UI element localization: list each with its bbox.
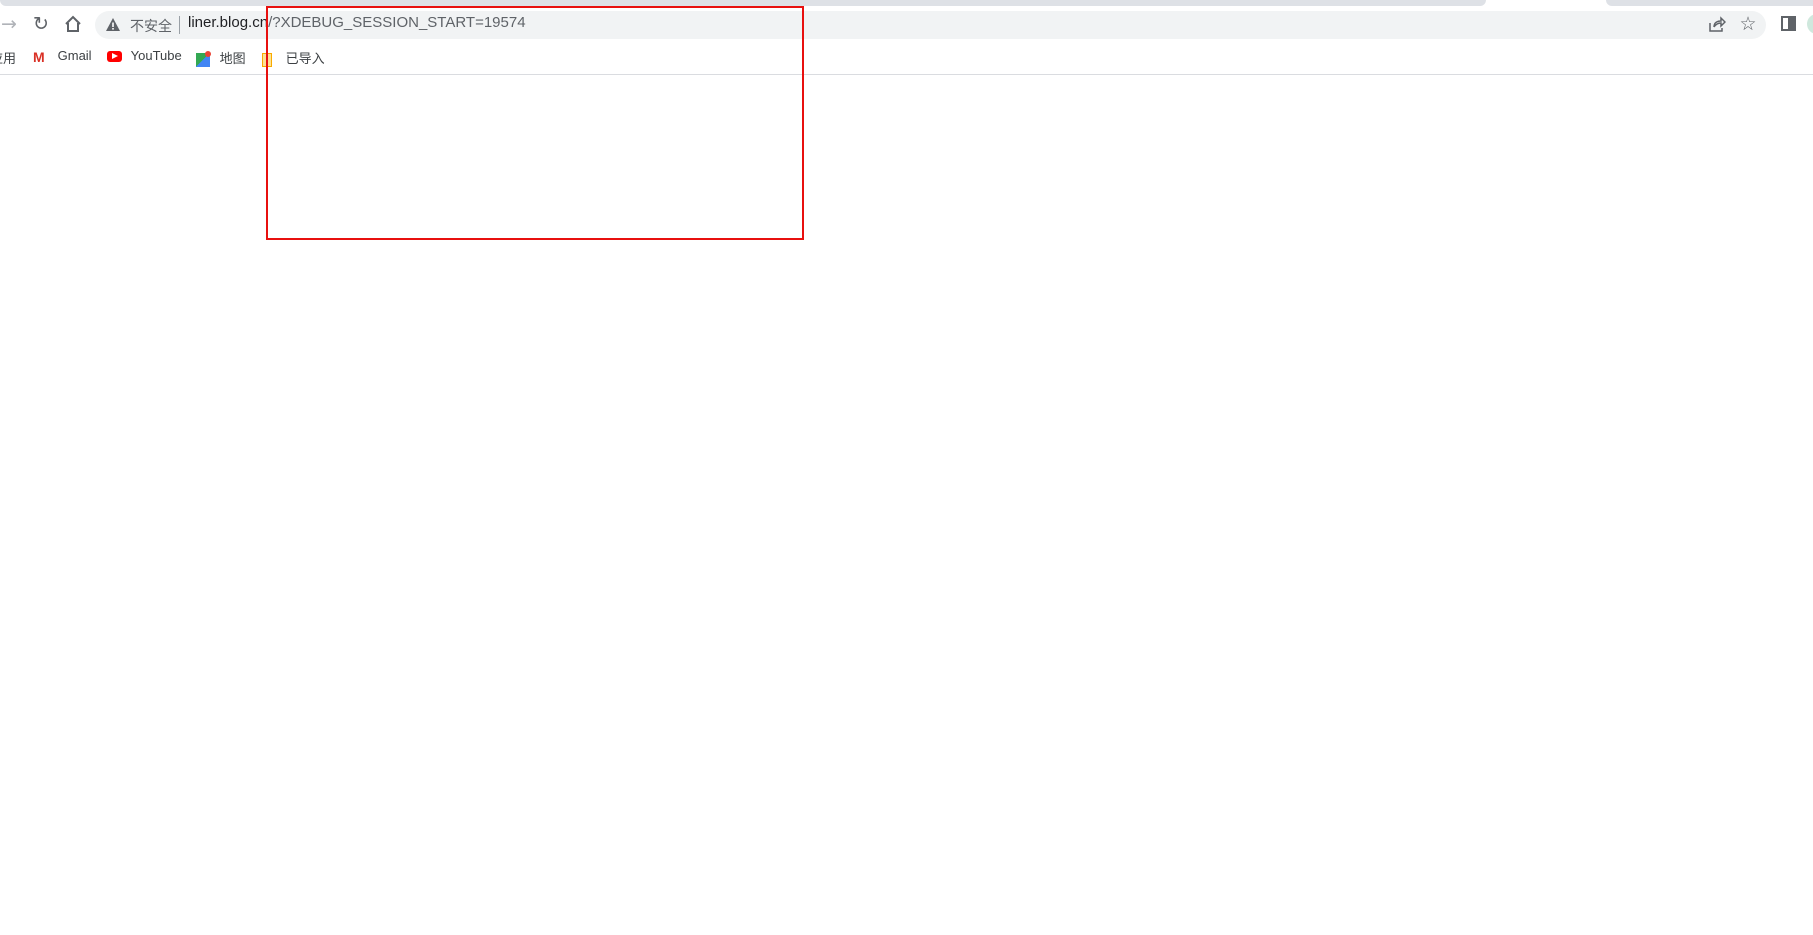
bookmark-youtube[interactable]: YouTube <box>107 48 182 63</box>
share-icon[interactable] <box>1708 15 1727 33</box>
maps-icon <box>196 50 211 67</box>
bookmark-maps[interactable]: 地图 <box>196 48 246 67</box>
security-status-label[interactable]: 不安全 <box>130 16 172 36</box>
bookmark-gmail[interactable]: M Gmail <box>33 48 92 65</box>
omnibox-separator <box>179 16 180 34</box>
bookmark-label: 地图 <box>219 51 246 66</box>
star-icon[interactable]: ☆ <box>1738 14 1758 34</box>
gmail-icon: M <box>33 48 45 65</box>
bookmark-label: 应用 <box>0 51 17 66</box>
forward-arrow-icon[interactable]: → <box>0 14 18 34</box>
reload-icon[interactable]: ↻ <box>30 14 52 34</box>
highlight-rectangle <box>266 6 804 240</box>
url-host: liner.blog.cn <box>188 14 269 31</box>
home-icon[interactable] <box>63 14 83 34</box>
youtube-icon <box>107 51 122 63</box>
bookmark-apps[interactable]: 应用 <box>0 48 16 67</box>
bookmark-label: YouTube <box>130 48 182 63</box>
warning-icon[interactable] <box>105 17 121 33</box>
bookmark-label: Gmail <box>57 48 92 63</box>
side-panel-icon[interactable] <box>1781 16 1796 31</box>
